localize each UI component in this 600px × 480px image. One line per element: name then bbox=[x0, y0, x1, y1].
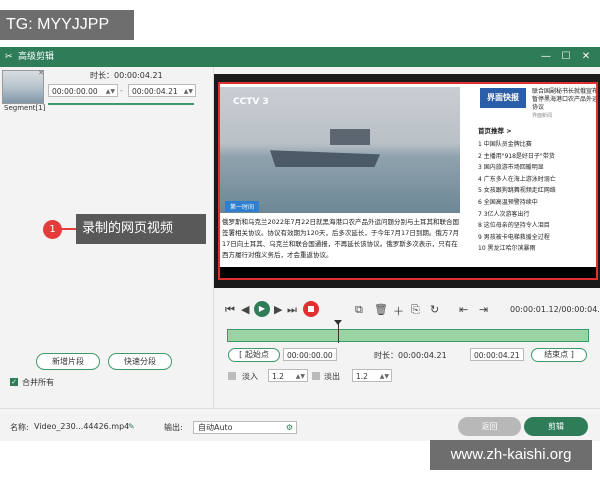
crop-end-icon[interactable]: ⇥ bbox=[479, 303, 488, 316]
go-end-icon[interactable]: ⏭ bbox=[287, 303, 297, 317]
name-label: 名称: bbox=[10, 423, 29, 432]
end-time-input[interactable]: 00:00:04.21 bbox=[470, 348, 524, 361]
prev-frame-icon[interactable]: ◀ bbox=[241, 303, 249, 316]
close-button[interactable]: ✕ bbox=[576, 47, 596, 67]
add-icon[interactable]: ＋ bbox=[393, 303, 404, 319]
merge-all-label: 合并所有 bbox=[22, 378, 54, 387]
end-point-button[interactable]: 结束点 ] bbox=[531, 348, 587, 362]
segment-duration: 时长：00:00:04.21 bbox=[90, 71, 163, 80]
segment-progress bbox=[48, 103, 194, 105]
list-item: 7 3亿人次游客出行 bbox=[478, 210, 530, 218]
list-item: 10 黑龙江哈尔滨暴雨 bbox=[478, 245, 536, 253]
callout-badge: 1 bbox=[43, 220, 62, 239]
edit-button[interactable]: 剪辑 bbox=[524, 417, 588, 436]
title-bar: ✂ 高级剪辑 — ☐ ✕ bbox=[0, 47, 600, 67]
timeline-track[interactable] bbox=[227, 329, 589, 342]
web-video-frame: CCTV 3 第一时间 俄罗斯和乌克兰2022年7月22日就黑海港口农产品外运问… bbox=[218, 82, 598, 280]
hot-list: 1 中国队员金牌比赛 2 主播用"918是好日子"带货 3 国内旅游市场回暖明显… bbox=[478, 139, 596, 255]
fade-in-label: 淡入 bbox=[242, 372, 258, 381]
gear-icon[interactable]: ⚙ bbox=[286, 422, 293, 433]
list-item: 3 国内旅游市场回暖明显 bbox=[478, 164, 544, 172]
window-title: 高级剪辑 bbox=[18, 52, 55, 62]
site-logo: 界面快报 bbox=[480, 88, 526, 108]
file-name: Video_230...44426.mp4 bbox=[34, 422, 130, 431]
start-point-button[interactable]: [ 起始点 bbox=[228, 348, 280, 362]
video-label: 第一时间 bbox=[225, 201, 260, 212]
split-icon[interactable]: ⧉ bbox=[355, 303, 363, 317]
rotate-icon[interactable]: ↻ bbox=[430, 303, 439, 316]
quick-split-button[interactable]: 快速分段 bbox=[108, 353, 172, 370]
app-logo-icon: ✂ bbox=[5, 52, 13, 62]
ship-cabin bbox=[330, 129, 370, 145]
list-item: 5 女孩跟狗跳舞视频走红网络 bbox=[478, 187, 556, 195]
callout-connector bbox=[62, 228, 76, 230]
segment-start-input[interactable]: 00:00:00.00 ▲▼ bbox=[48, 84, 118, 97]
timecode: 00:00:01.12/00:00:04.21 bbox=[510, 305, 600, 314]
segment-end-input[interactable]: 00:00:04.21 ▲▼ bbox=[128, 84, 196, 97]
segment-label: Segment[1] bbox=[4, 104, 46, 112]
top-tag: TG: MYYJJPP bbox=[0, 10, 134, 40]
list-item: 4 广东多人在海上游泳时溺亡 bbox=[478, 175, 556, 183]
close-icon[interactable]: ✕ bbox=[38, 69, 44, 77]
copy-icon[interactable]: ⎘ bbox=[411, 303, 420, 317]
fade-out-checkbox[interactable] bbox=[312, 372, 320, 380]
fade-out-label: 淡出 bbox=[324, 372, 340, 381]
back-button[interactable]: 返回 bbox=[458, 417, 521, 436]
fade-in-input[interactable]: 1.2 ▲▼ bbox=[268, 369, 308, 382]
spinner-icon[interactable]: ▲▼ bbox=[184, 85, 193, 98]
playhead[interactable] bbox=[338, 323, 339, 343]
channel-logo: CCTV 3 bbox=[233, 97, 269, 107]
list-item: 1 中国队员金牌比赛 bbox=[478, 141, 532, 148]
merge-all-checkbox[interactable]: ✓ bbox=[10, 378, 18, 386]
delete-icon[interactable]: 🗑 bbox=[374, 303, 388, 316]
output-label: 输出: bbox=[164, 423, 183, 432]
news-video: CCTV 3 第一时间 bbox=[220, 87, 460, 213]
next-frame-icon[interactable]: ▶ bbox=[274, 303, 282, 316]
spinner-icon[interactable]: ▲▼ bbox=[106, 85, 115, 98]
rename-icon[interactable]: ✎ bbox=[128, 422, 135, 431]
list-item: 8 这位母亲的坚持令人泪目 bbox=[478, 222, 550, 230]
crop-start-icon[interactable]: ⇤ bbox=[459, 303, 468, 316]
footer-bar: 名称: Video_230...44426.mp4 ✎ 输出: 自动Auto ⚙ … bbox=[0, 408, 600, 441]
minimize-button[interactable]: — bbox=[536, 47, 556, 67]
go-start-icon[interactable]: ⏮ bbox=[225, 303, 235, 317]
hot-list-title: 首页推荐 > bbox=[478, 127, 512, 135]
start-time-input[interactable]: 00:00:00.00 bbox=[283, 348, 337, 361]
output-select[interactable]: 自动Auto ⚙ bbox=[193, 421, 297, 434]
stop-button[interactable] bbox=[303, 301, 319, 317]
headline-source: 界面新闻 bbox=[532, 113, 553, 119]
duration-label: 时长：00:00:04.21 bbox=[374, 351, 447, 360]
play-button[interactable]: ▶ bbox=[254, 301, 270, 317]
maximize-button[interactable]: ☐ bbox=[556, 47, 576, 67]
list-item: 6 全国高温预警持续中 bbox=[478, 198, 538, 206]
callout-text: 录制的网页视频 bbox=[76, 214, 206, 244]
list-item: 2 主播用"918是好日子"带货 bbox=[478, 152, 555, 160]
video-bottom-bar bbox=[220, 267, 596, 278]
time-separator: - bbox=[120, 86, 123, 95]
list-item: 9 男孩被卡电梯救援全过程 bbox=[478, 233, 550, 241]
headline: 联合国副秘书长就俄宣布暂停黑海港口农产品外运协议 bbox=[532, 88, 598, 111]
fade-out-input[interactable]: 1.2 ▲▼ bbox=[352, 369, 392, 382]
add-segment-button[interactable]: 新增片段 bbox=[36, 353, 100, 370]
article-text: 俄罗斯和乌克兰2022年7月22日就黑海港口农产品外运问题分别与土耳其和联合国签… bbox=[222, 218, 459, 259]
segment-thumbnail[interactable]: ✕ bbox=[2, 69, 44, 104]
fade-in-checkbox[interactable] bbox=[228, 372, 236, 380]
watermark: www.zh-kaishi.org bbox=[430, 440, 592, 470]
